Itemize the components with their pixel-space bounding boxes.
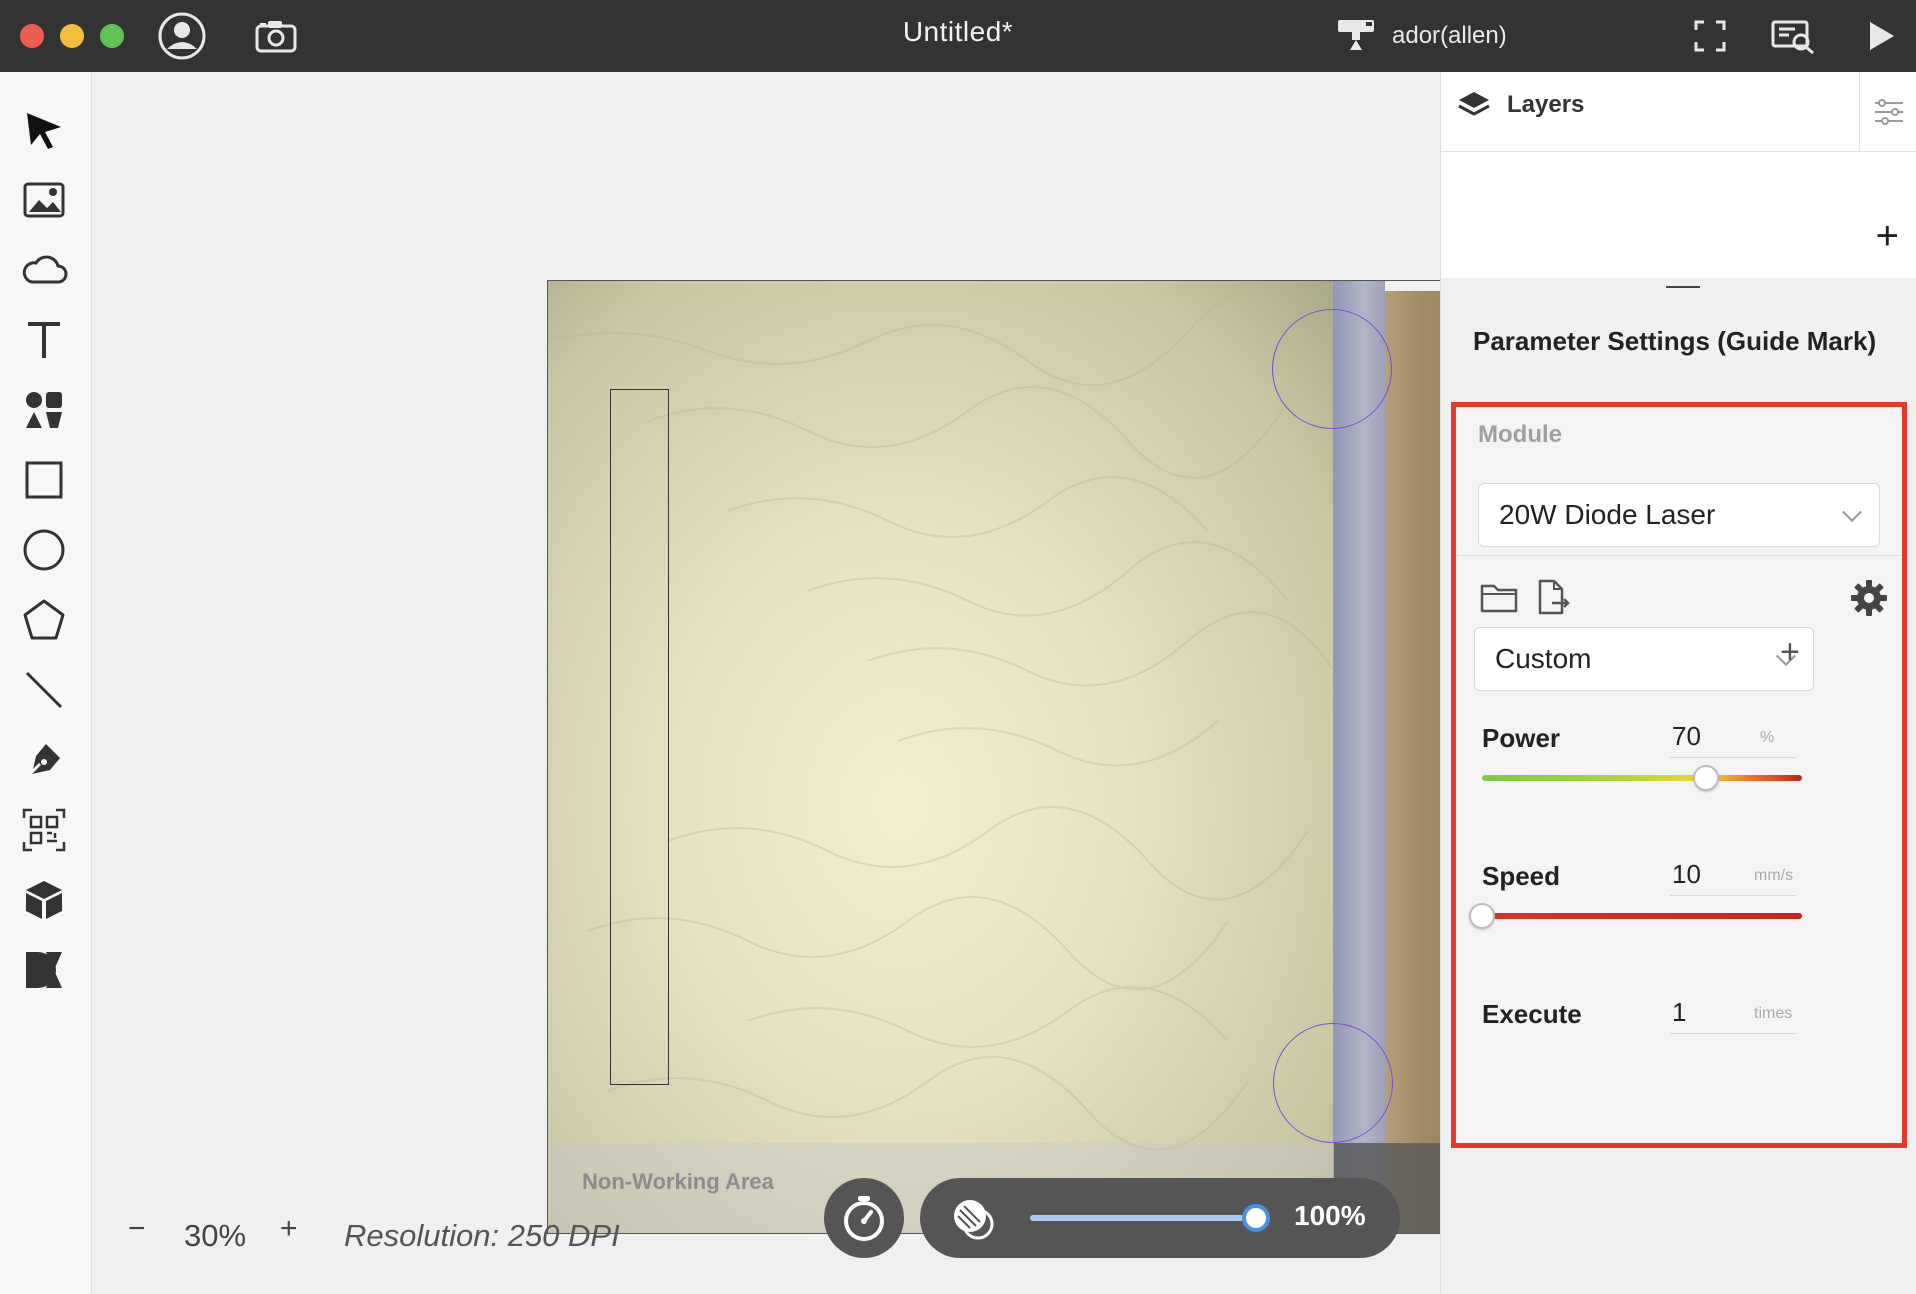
- tab-layers[interactable]: Layers: [1457, 90, 1584, 120]
- close-window-button[interactable]: [20, 24, 44, 48]
- zoom-level: 30%: [184, 1218, 247, 1253]
- panel-settings-button[interactable]: [1859, 72, 1916, 152]
- preset-select[interactable]: Custom: [1474, 627, 1814, 691]
- layers-tab-label: Layers: [1507, 91, 1585, 118]
- resolution-label: Resolution: 250 DPI: [344, 1218, 620, 1253]
- ellipse-tool-icon[interactable]: [16, 522, 72, 578]
- speed-input-underline: [1670, 895, 1796, 896]
- power-slider-track[interactable]: [1482, 775, 1802, 781]
- non-working-area-label: Non-Working Area: [582, 1169, 774, 1194]
- module-select-value: 20W Diode Laser: [1499, 499, 1716, 530]
- 3d-box-icon[interactable]: [16, 872, 72, 928]
- power-input-underline: [1670, 757, 1796, 758]
- speed-input[interactable]: 10: [1672, 859, 1701, 890]
- stopwatch-icon: [844, 1196, 884, 1241]
- power-unit: %: [1760, 729, 1775, 746]
- frame-preview-icon[interactable]: [1770, 10, 1818, 62]
- preset-select-value: Custom: [1495, 643, 1592, 674]
- speed-unit: mm/s: [1754, 867, 1794, 884]
- select-tool-icon[interactable]: [16, 102, 72, 158]
- play-start-icon[interactable]: [1862, 10, 1902, 62]
- gear-icon[interactable]: [1850, 579, 1888, 617]
- execute-label: Execute: [1482, 999, 1582, 1029]
- left-toolbar: [0, 72, 92, 1294]
- device-selector[interactable]: ador(allen): [1336, 14, 1507, 58]
- speed-slider-track[interactable]: [1482, 913, 1802, 919]
- speed-label: Speed: [1482, 861, 1561, 891]
- line-tool-icon[interactable]: [16, 662, 72, 718]
- power-label: Power: [1482, 723, 1561, 753]
- cardboard-strip: [1385, 291, 1441, 1233]
- add-layer-button[interactable]: +: [1876, 216, 1899, 256]
- chevron-down-icon: [1842, 502, 1862, 523]
- execute-input[interactable]: 1: [1672, 997, 1686, 1028]
- layers-header: Layers: [1441, 72, 1916, 152]
- minimize-window-button[interactable]: [60, 24, 84, 48]
- opacity-slider-track[interactable]: [1030, 1215, 1260, 1221]
- timer-button[interactable]: [824, 1178, 904, 1258]
- title-bar: Untitled* ador(allen): [0, 0, 1916, 72]
- module-label: Module: [1478, 421, 1562, 448]
- fullscreen-icon[interactable]: [1688, 10, 1732, 62]
- power-slider-thumb[interactable]: [1693, 765, 1719, 791]
- image-tool-icon[interactable]: [16, 172, 72, 228]
- module-select[interactable]: 20W Diode Laser: [1478, 483, 1880, 547]
- right-panel: Layers + Parameter Settings (Guide Mark)…: [1440, 72, 1916, 1294]
- rectangle-tool-icon[interactable]: [16, 452, 72, 508]
- parameter-settings-title: Parameter Settings (Guide Mark): [1473, 326, 1877, 356]
- qr-code-icon[interactable]: [16, 802, 72, 858]
- pen-tool-icon[interactable]: [16, 732, 72, 788]
- zoom-window-button[interactable]: [100, 24, 124, 48]
- laser-machine-icon: [1338, 20, 1374, 50]
- sliders-icon: [1874, 99, 1903, 125]
- design-market-icon[interactable]: [16, 942, 72, 998]
- elements-shapes-icon[interactable]: [16, 382, 72, 438]
- opacity-slider-thumb[interactable]: [1242, 1204, 1270, 1232]
- layers-list: +: [1441, 152, 1916, 278]
- speed-slider-thumb[interactable]: [1469, 903, 1495, 929]
- zoom-out-button[interactable]: −: [128, 1212, 146, 1246]
- text-tool-icon[interactable]: [16, 312, 72, 368]
- execute-unit: times: [1754, 1005, 1793, 1022]
- opacity-icon: [954, 1200, 994, 1240]
- folder-icon[interactable]: [1480, 581, 1518, 613]
- parameter-settings-box: Module 20W Diode Laser Custom + Power 70…: [1451, 402, 1907, 1148]
- execute-input-underline: [1670, 1033, 1796, 1034]
- power-input[interactable]: 70: [1672, 721, 1701, 752]
- zoom-in-button[interactable]: +: [280, 1212, 298, 1246]
- layers-icon: [1458, 92, 1490, 116]
- device-name: ador(allen): [1392, 22, 1507, 49]
- camera-icon[interactable]: [250, 10, 302, 62]
- cloud-icon[interactable]: [16, 242, 72, 298]
- camera-preview-image: Non-Working Area: [547, 280, 1533, 1234]
- polygon-tool-icon[interactable]: [16, 592, 72, 648]
- guide-mark-circle-top[interactable]: [1272, 309, 1392, 429]
- camera-opacity-control: 100%: [920, 1178, 1400, 1258]
- user-account-icon[interactable]: [156, 10, 208, 62]
- panel-resize-handle[interactable]: [1666, 286, 1700, 288]
- guide-mark-circle-bottom[interactable]: [1273, 1023, 1393, 1143]
- canvas-area[interactable]: Non-Working Area: [92, 72, 1533, 1294]
- export-file-icon[interactable]: [1536, 579, 1570, 615]
- app-window: Untitled* ador(allen) Non-Working Area −…: [0, 0, 1916, 1294]
- add-preset-button[interactable]: +: [1780, 635, 1800, 669]
- opacity-value: 100%: [1294, 1200, 1366, 1231]
- section-divider: [1456, 555, 1902, 556]
- guide-rectangle[interactable]: [610, 389, 669, 1085]
